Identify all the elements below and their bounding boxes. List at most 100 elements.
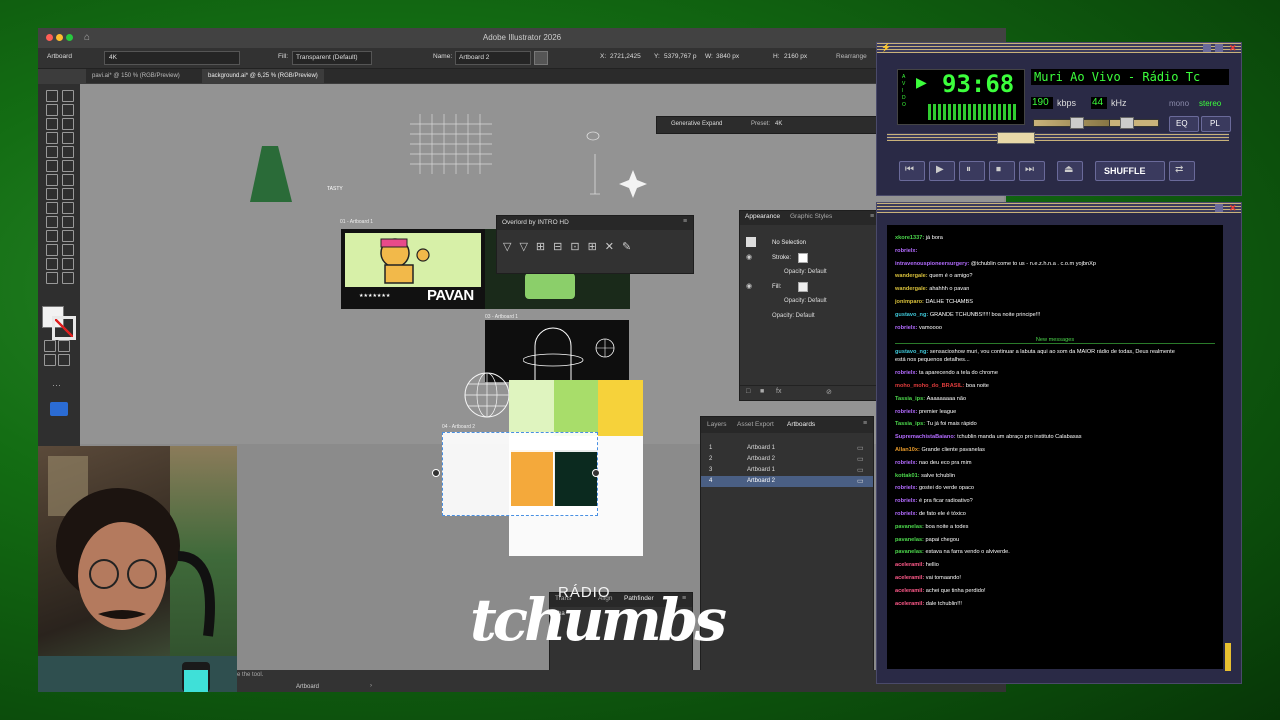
color-mode-icon[interactable]	[44, 340, 56, 352]
hand-tool-icon[interactable]	[46, 272, 58, 284]
repeat-button[interactable]: ⇄	[1169, 161, 1195, 181]
chat-username[interactable]: robrielx:	[895, 409, 919, 415]
stroke-swatch-icon[interactable]	[798, 253, 808, 263]
y-value[interactable]: 5379,767 p	[664, 53, 697, 60]
overlord-tool-icons[interactable]: ▽▽⊞⊟⊡⊞✕✎	[503, 240, 687, 256]
chat-username[interactable]: gustavo_ng:	[895, 349, 930, 355]
chat-username[interactable]: moho_moho_do_BRASIL:	[895, 383, 966, 389]
artboard-name-input[interactable]: Artboard 2	[455, 51, 531, 65]
shape-builder-tool-icon[interactable]	[46, 202, 58, 214]
artboard-options-icon[interactable]: ▭	[857, 444, 864, 452]
tab-artboards[interactable]: Artboards	[787, 421, 815, 428]
gradient-mode-icon[interactable]	[58, 340, 70, 352]
chat-username[interactable]: robrielx:	[895, 498, 919, 504]
play-button[interactable]: ▶	[929, 161, 955, 181]
chat-username[interactable]: aceleramil:	[895, 562, 926, 568]
width-tool-icon[interactable]	[46, 188, 58, 200]
column-graph-tool-icon[interactable]	[62, 244, 74, 256]
blend-tool-icon[interactable]	[62, 230, 74, 242]
artboard-row[interactable]: 3 Artboard 1 ▭	[701, 465, 873, 476]
green-trapezoid-shape[interactable]	[248, 144, 298, 206]
chat-username[interactable]: pavanelas:	[895, 524, 925, 530]
shuffle-button[interactable]: SHUFFLE	[1095, 161, 1165, 181]
artboard-tool-icon[interactable]	[46, 258, 58, 270]
chat-username[interactable]: robrielx:	[895, 460, 919, 466]
preset-dropdown[interactable]: 4K	[104, 51, 240, 65]
tab-asset-export[interactable]: Asset Export	[737, 421, 774, 428]
gradient-tool-icon[interactable]	[62, 216, 74, 228]
pause-button[interactable]: ⏸	[959, 161, 985, 181]
move-artwork-icon[interactable]	[534, 51, 548, 65]
perspective-grid-tool-icon[interactable]	[62, 202, 74, 214]
close-icon[interactable]: ✕	[1229, 43, 1237, 54]
chat-username[interactable]: pavanelas:	[895, 549, 925, 555]
pen-tool-icon[interactable]	[46, 118, 58, 130]
status-artboard[interactable]: Artboard	[296, 684, 319, 690]
panel-menu-icon[interactable]: ≡	[683, 218, 687, 225]
artboard-options-icon[interactable]: ▭	[857, 477, 864, 485]
song-title-display[interactable]: Muri Ao Vivo - Rádio Tc	[1031, 69, 1229, 85]
chat-username[interactable]: Tassia_ips:	[895, 396, 927, 402]
chat-scrollbar[interactable]	[1225, 643, 1231, 671]
tab-pavi[interactable]: pavi.ai* @ 150 % (RGB/Preview)	[86, 69, 186, 83]
artboard-1-label[interactable]: 01 - Artboard 1	[340, 219, 373, 225]
shaper-tool-icon[interactable]	[46, 160, 58, 172]
tab-appearance[interactable]: Appearance	[745, 213, 780, 220]
slice-tool-icon[interactable]	[62, 258, 74, 270]
artboard-4-label[interactable]: 04 - Artboard 2	[442, 424, 475, 430]
generative-tool-icon[interactable]	[50, 402, 68, 416]
chat-username[interactable]: xkore1337:	[895, 235, 926, 241]
stop-button[interactable]: ⏹	[989, 161, 1015, 181]
more-tools-icon[interactable]: ···	[52, 380, 61, 390]
free-transform-tool-icon[interactable]	[62, 188, 74, 200]
add-effect-icon[interactable]: fx	[776, 388, 781, 395]
playlist-button[interactable]: PL	[1201, 116, 1231, 132]
selection-tool-icon[interactable]	[46, 90, 58, 102]
fill-dropdown[interactable]: Transparent (Default)	[292, 51, 372, 65]
chat-username[interactable]: robrielx:	[895, 370, 919, 376]
chat-username[interactable]: SupremachistaBaiano:	[895, 434, 957, 440]
swatch-pale-green[interactable]	[509, 380, 554, 436]
chat-username[interactable]: pavanelas:	[895, 537, 925, 543]
draw-mode-icon[interactable]	[44, 354, 56, 366]
artboard-row-selected[interactable]: 4 Artboard 2 ▭	[701, 476, 873, 487]
artboard-row[interactable]: 2 Artboard 2 ▭	[701, 454, 873, 465]
symbol-sprayer-tool-icon[interactable]	[46, 244, 58, 256]
winamp-titlebar[interactable]	[877, 43, 1241, 53]
chat-username[interactable]: Tassia_ips:	[895, 421, 927, 427]
rectangle-tool-icon[interactable]	[46, 146, 58, 158]
eject-button[interactable]: ⏏	[1057, 161, 1083, 181]
eyedropper-tool-icon[interactable]	[46, 230, 58, 242]
scale-tool-icon[interactable]	[62, 174, 74, 186]
eq-button[interactable]: EQ	[1169, 116, 1199, 132]
zoom-tool-icon[interactable]	[62, 272, 74, 284]
winamp-menu-icon[interactable]: ⚡	[881, 43, 891, 52]
winamp-time[interactable]: 93:68	[942, 70, 1014, 98]
chat-username[interactable]: robrielx:	[895, 248, 917, 254]
resize-handle-left[interactable]	[432, 469, 440, 477]
swatch-lime[interactable]	[554, 380, 598, 436]
chat-username[interactable]: robrielx:	[895, 325, 919, 331]
seek-bar[interactable]	[887, 132, 1229, 144]
opacity-row-1[interactable]: Opacity: Default	[784, 269, 827, 275]
seek-handle[interactable]	[997, 132, 1035, 144]
spectrum-analyzer[interactable]	[928, 104, 1018, 120]
resize-handle-right[interactable]	[592, 469, 600, 477]
add-new-stroke-icon[interactable]: □	[746, 388, 750, 395]
wireframe-globe-shape[interactable]	[462, 370, 512, 420]
preset-select[interactable]: 4K	[775, 121, 782, 127]
chat-username[interactable]: aceleramil:	[895, 575, 926, 581]
shade-icon[interactable]	[1215, 204, 1223, 212]
panel-menu-icon[interactable]: ≡	[870, 213, 874, 220]
opacity-row-2[interactable]: Opacity: Default	[784, 298, 827, 304]
chat-username[interactable]: aceleramil:	[895, 601, 926, 607]
type-tool-icon[interactable]	[46, 132, 58, 144]
minimize-icon[interactable]	[1203, 44, 1211, 52]
tab-background[interactable]: background.ai* @ 6,25 % (RGB/Preview)	[202, 69, 324, 83]
generative-expand-button[interactable]: Generative Expand	[671, 121, 722, 127]
chat-titlebar[interactable]	[877, 203, 1241, 213]
clear-appearance-icon[interactable]: ⊘	[826, 388, 832, 396]
h-value[interactable]: 2160 px	[784, 53, 807, 60]
x-value[interactable]: 2721,2425	[610, 53, 641, 60]
shade-icon[interactable]	[1215, 44, 1223, 52]
